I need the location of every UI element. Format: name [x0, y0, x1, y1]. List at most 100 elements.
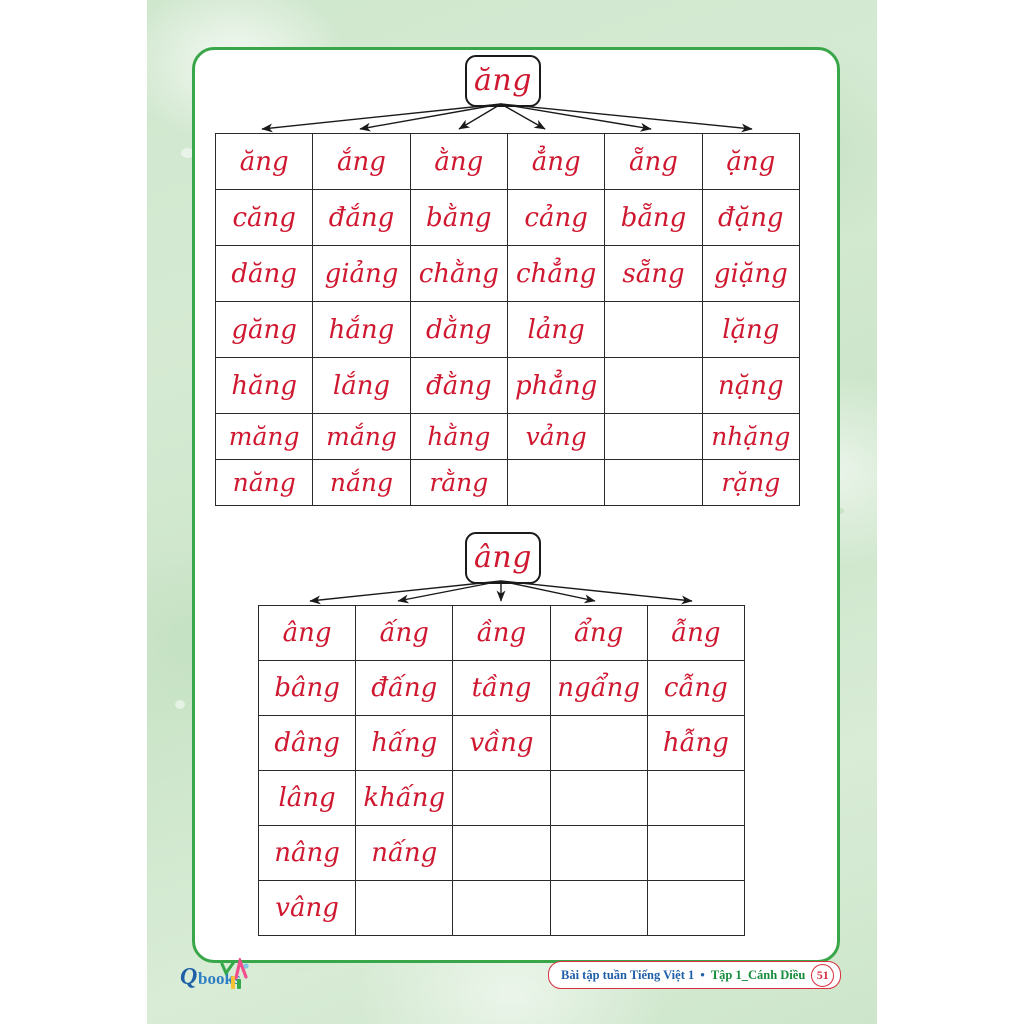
word-cell[interactable]: ngẩng	[549, 660, 648, 716]
header-cell: ặng	[701, 133, 801, 190]
logo-q-letter: Q	[180, 964, 197, 990]
word-cell[interactable]: chằng	[409, 245, 508, 302]
word-cell[interactable]: đằng	[409, 357, 508, 414]
table-row: măng mắng hằng vảng nhặng	[214, 413, 801, 460]
paper-speck	[175, 700, 185, 709]
word-cell-empty[interactable]	[549, 770, 648, 826]
header-cell: ẩng	[549, 605, 648, 661]
word-cell[interactable]: năng	[214, 459, 314, 506]
word-cell[interactable]: găng	[214, 301, 314, 358]
word-cell[interactable]: lắng	[312, 357, 411, 414]
word-cell[interactable]: lặng	[701, 301, 801, 358]
header-cell: ấng	[355, 605, 454, 661]
word-cell-empty[interactable]	[646, 880, 746, 936]
table-header-row: ăng ắng ằng ẳng ẵng ặng	[214, 133, 801, 190]
word-cell[interactable]: mắng	[312, 413, 411, 460]
word-cell[interactable]: nấng	[355, 825, 454, 881]
page-footer: Bài tập tuần Tiếng Việt 1 • Tập 1_Cánh D…	[548, 961, 842, 989]
word-cell[interactable]: hấng	[355, 715, 454, 771]
word-cell[interactable]: đắng	[312, 189, 411, 246]
word-cell-empty[interactable]	[452, 770, 551, 826]
word-cell[interactable]: lảng	[506, 301, 606, 358]
header-cell: âng	[257, 605, 357, 661]
header-cell: ăng	[214, 133, 314, 190]
word-cell[interactable]: giặng	[701, 245, 801, 302]
table-row: găng hắng dằng lảng lặng	[214, 301, 801, 358]
table-row: nâng nấng	[257, 825, 746, 881]
footer-title-blue: Bài tập tuần Tiếng Việt 1	[561, 967, 695, 982]
green-bar-icon	[237, 979, 241, 989]
word-cell[interactable]: bằng	[409, 189, 508, 246]
word-cell-empty[interactable]	[604, 301, 703, 358]
word-cell-empty[interactable]	[604, 459, 703, 506]
word-cell[interactable]: hẫng	[646, 715, 746, 771]
table-row: dâng hấng vầng hẫng	[257, 715, 746, 771]
word-cell[interactable]: nâng	[257, 825, 357, 881]
word-cell[interactable]: vâng	[257, 880, 357, 936]
word-cell[interactable]: nhặng	[701, 413, 801, 460]
word-cell[interactable]: vầng	[452, 715, 551, 771]
word-cell[interactable]: đấng	[355, 660, 454, 716]
table-row: căng đắng bằng cảng bẵng đặng	[214, 189, 801, 246]
word-cell[interactable]: giảng	[312, 245, 411, 302]
word-cell[interactable]: bẵng	[604, 189, 703, 246]
header-cell: ắng	[312, 133, 411, 190]
qbooks-logo: Q books	[180, 958, 249, 990]
header-cell: ẫng	[646, 605, 746, 661]
table-row: bâng đấng tầng ngẩng cẫng	[257, 660, 746, 716]
header-cell: ẵng	[604, 133, 703, 190]
word-cell[interactable]: hằng	[409, 413, 508, 460]
word-cell[interactable]: tầng	[452, 660, 551, 716]
table-ang-breve: ăng ắng ằng ẳng ẵng ặng căng đắng bằng c…	[214, 133, 801, 506]
table-row: vâng	[257, 880, 746, 936]
table-row: hăng lắng đằng phẳng nặng	[214, 357, 801, 414]
word-cell[interactable]: phẳng	[506, 357, 606, 414]
word-cell[interactable]: hắng	[312, 301, 411, 358]
footer-title-green: Tập 1_Cánh Diều	[710, 967, 806, 982]
word-cell[interactable]: dăng	[214, 245, 314, 302]
word-cell-empty[interactable]	[452, 880, 551, 936]
word-cell[interactable]: khấng	[355, 770, 454, 826]
page-number-badge: 51	[811, 963, 835, 987]
word-cell[interactable]: dâng	[257, 715, 357, 771]
word-cell[interactable]: sẵng	[604, 245, 703, 302]
word-cell-empty[interactable]	[506, 459, 606, 506]
word-cell-empty[interactable]	[549, 880, 648, 936]
word-cell[interactable]: hăng	[214, 357, 314, 414]
footer-separator: •	[700, 967, 705, 982]
word-cell-empty[interactable]	[604, 357, 703, 414]
root-label: âng	[474, 540, 532, 575]
word-cell[interactable]: nắng	[312, 459, 411, 506]
pink-accent-icon	[234, 958, 248, 980]
word-cell[interactable]: đặng	[701, 189, 801, 246]
root-box-ang-circumflex: âng	[465, 532, 541, 584]
word-cell[interactable]: dằng	[409, 301, 508, 358]
header-cell: ẳng	[506, 133, 606, 190]
word-cell-empty[interactable]	[549, 715, 648, 771]
table-row: dăng giảng chằng chẳng sẵng giặng	[214, 245, 801, 302]
word-cell[interactable]: rằng	[409, 459, 508, 506]
word-cell-empty[interactable]	[646, 770, 746, 826]
table-row: năng nắng rằng rặng	[214, 459, 801, 506]
word-cell-empty[interactable]	[604, 413, 703, 460]
blue-dot-icon	[243, 963, 249, 969]
word-cell-empty[interactable]	[646, 825, 746, 881]
table-row: lâng khấng	[257, 770, 746, 826]
word-cell[interactable]: nặng	[701, 357, 801, 414]
word-cell-empty[interactable]	[355, 880, 454, 936]
word-cell[interactable]: rặng	[701, 459, 801, 506]
word-cell[interactable]: cảng	[506, 189, 606, 246]
word-cell[interactable]: bâng	[257, 660, 357, 716]
word-cell[interactable]: măng	[214, 413, 314, 460]
workbook-page: ăng ăng ắng ằng ẳng ẵng ặng căng đắng bằ…	[0, 0, 1024, 1024]
word-cell[interactable]: cẫng	[646, 660, 746, 716]
word-cell-empty[interactable]	[549, 825, 648, 881]
table-ang-circumflex: âng ấng ầng ẩng ẫng bâng đấng tầng ngẩng…	[257, 605, 746, 936]
root-label: ăng	[474, 63, 532, 98]
word-cell[interactable]: vảng	[506, 413, 606, 460]
word-cell-empty[interactable]	[452, 825, 551, 881]
word-cell[interactable]: căng	[214, 189, 314, 246]
word-cell[interactable]: lâng	[257, 770, 357, 826]
word-cell[interactable]: chẳng	[506, 245, 606, 302]
root-box-ang-breve: ăng	[465, 55, 541, 107]
